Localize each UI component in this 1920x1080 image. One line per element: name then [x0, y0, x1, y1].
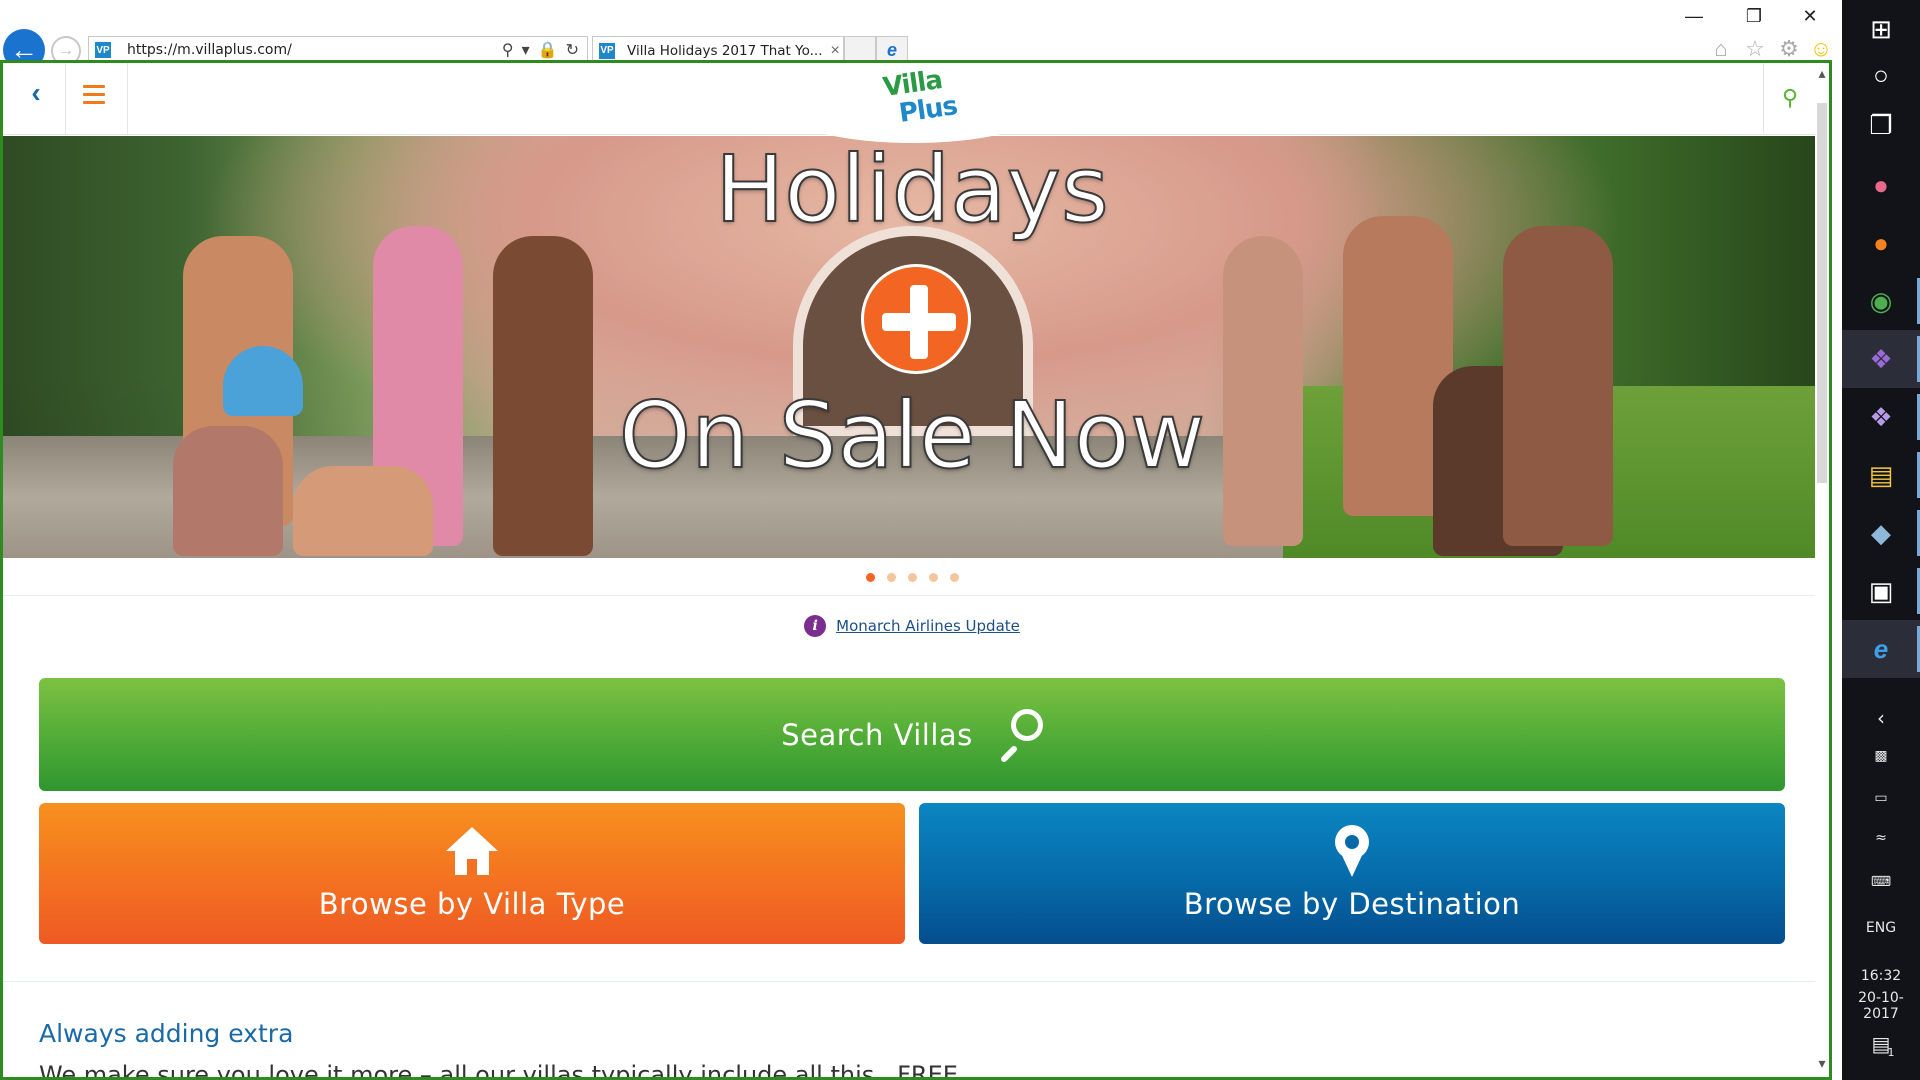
console-icon[interactable]: ▣ [1842, 562, 1920, 620]
settings-gear-icon[interactable]: ⚙ [1776, 36, 1802, 62]
lock-icon[interactable]: 🔒 [538, 40, 558, 60]
carousel-dot[interactable] [886, 573, 896, 582]
scroll-thumb[interactable] [1817, 103, 1827, 483]
search-icon [995, 708, 1043, 763]
battery-icon[interactable]: ▭ [1842, 790, 1920, 806]
clock-time[interactable]: 16:32 [1842, 968, 1920, 984]
file-explorer-icon[interactable]: ▤ [1842, 446, 1920, 504]
notice-bar: i Monarch Airlines Update [3, 611, 1821, 641]
header-search-icon[interactable]: ⚲ [1775, 85, 1805, 115]
wifi-icon[interactable]: ≈ [1842, 830, 1920, 846]
browse-by-destination-button[interactable]: Browse by Destination [919, 803, 1785, 944]
tablet-icon[interactable]: ▩ [1842, 748, 1920, 764]
page-scrollbar[interactable]: ▴ ▾ [1815, 63, 1829, 1077]
address-search-icon[interactable]: ⚲ [502, 40, 514, 60]
search-villas-button[interactable]: Search Villas [39, 678, 1785, 791]
plus-icon [861, 264, 971, 374]
tab-close-icon[interactable]: × [830, 42, 839, 60]
section-body-text: We make sure you love it more – all our … [39, 1061, 958, 1080]
hamburger-menu-icon[interactable] [83, 85, 107, 105]
browse-by-villa-type-button[interactable]: Browse by Villa Type [39, 803, 905, 944]
keyboard-icon[interactable]: ⌨ [1842, 874, 1920, 890]
site-favicon-icon: VP [95, 42, 111, 58]
refresh-icon[interactable]: ↻ [566, 40, 579, 60]
vs-installer-icon[interactable]: ❖ [1842, 388, 1920, 446]
villa-plus-logo[interactable]: Villa Plus [763, 63, 1063, 143]
window-minimize-button[interactable]: — [1674, 6, 1714, 27]
smiley-feedback-icon[interactable]: ☺ [1808, 36, 1834, 62]
scroll-up-arrow-icon[interactable]: ▴ [1815, 65, 1829, 85]
monarch-update-link[interactable]: Monarch Airlines Update [836, 617, 1020, 635]
header-divider [65, 63, 66, 135]
app-icon[interactable]: ◆ [1842, 504, 1920, 562]
firefox-icon[interactable]: ● [1842, 214, 1920, 272]
scroll-down-arrow-icon[interactable]: ▾ [1815, 1055, 1829, 1075]
carousel-dot[interactable] [949, 573, 959, 582]
header-divider [1763, 63, 1764, 135]
carousel-dot[interactable] [907, 573, 917, 582]
search-villas-label: Search Villas [781, 717, 973, 752]
browse-by-villa-type-label: Browse by Villa Type [318, 887, 626, 921]
divider [3, 595, 1821, 596]
page-viewport: ‹ ⚲ Holidays On Sale Now Villa Plus i Mo… [0, 60, 1832, 1080]
header-divider [127, 63, 128, 135]
window-close-button[interactable]: ✕ [1790, 6, 1830, 27]
browse-by-destination-label: Browse by Destination [1183, 887, 1521, 921]
section-heading: Always adding extra [39, 1019, 294, 1048]
info-icon: i [804, 615, 827, 637]
map-pin-icon [1335, 825, 1369, 879]
hero-banner[interactable]: Holidays On Sale Now [3, 136, 1821, 558]
tab-favicon-icon: VP [599, 42, 615, 59]
carousel-dot[interactable] [928, 573, 938, 582]
tab-title: Villa Holidays 2017 That Yo... [627, 42, 823, 59]
site-back-icon[interactable]: ‹ [21, 77, 51, 117]
clock-date[interactable]: 20-10-2017 [1842, 990, 1920, 1022]
carousel-dot[interactable] [865, 573, 875, 582]
notification-count: 1 [1887, 1046, 1895, 1059]
browser-chrome: ← → VP https://m.villaplus.com/ ⚲ ▾ 🔒 ↻ … [0, 0, 1842, 71]
internet-explorer-icon[interactable]: e [1842, 620, 1920, 678]
hero-title: Holidays [714, 136, 1110, 244]
chrome-icon[interactable]: ◉ [1842, 272, 1920, 330]
window-restore-button[interactable]: ❐ [1734, 6, 1774, 27]
house-icon [446, 827, 498, 875]
carousel-dots [3, 569, 1821, 583]
home-icon[interactable]: ⌂ [1708, 36, 1734, 62]
hero-subtitle: On Sale Now [618, 381, 1207, 490]
input-language[interactable]: ENG [1842, 920, 1920, 936]
address-url[interactable]: https://m.villaplus.com/ [127, 42, 502, 58]
paint-icon[interactable]: ● [1842, 156, 1920, 214]
address-dropdown-icon[interactable]: ▾ [522, 40, 530, 60]
show-hidden-icons-icon[interactable]: ‹ [1842, 706, 1920, 730]
windows-taskbar: ⊞ ○ ❐ ● ● ◉ ❖ ❖ ▤ ◆ ▣ e ‹ ▩ ▭ ≈ ⌨ ENG 16… [1842, 0, 1920, 1080]
favorites-star-icon[interactable]: ☆ [1742, 36, 1768, 62]
divider [3, 981, 1821, 982]
visual-studio-icon[interactable]: ❖ [1842, 330, 1920, 388]
task-view-icon[interactable]: ❐ [1842, 96, 1920, 154]
